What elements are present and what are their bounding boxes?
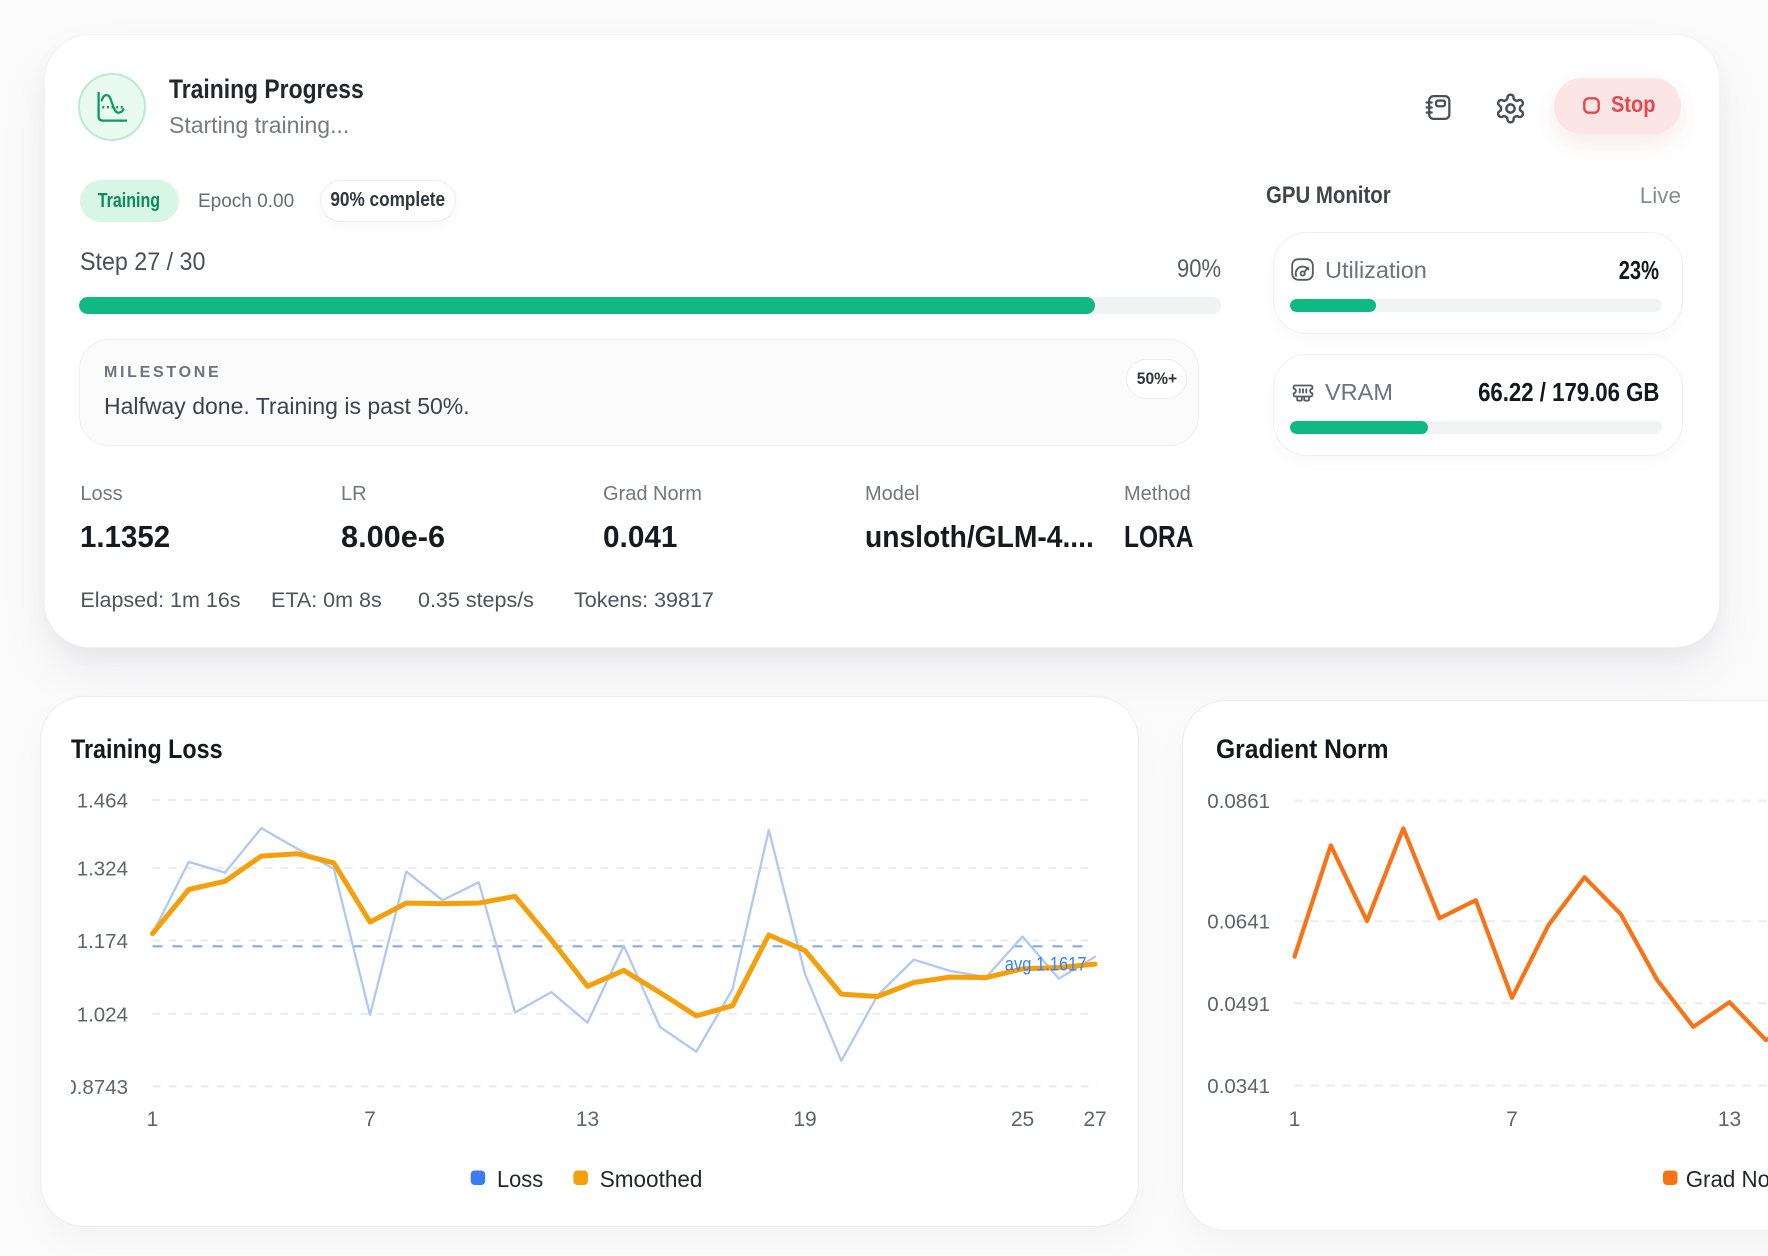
svg-text:19: 19 xyxy=(793,1108,816,1131)
svg-text:0.0641: 0.0641 xyxy=(1207,911,1270,934)
svg-text:13: 13 xyxy=(576,1108,599,1131)
svg-text:1.324: 1.324 xyxy=(77,858,128,881)
svg-text:1: 1 xyxy=(1289,1108,1301,1131)
svg-text:0.0861: 0.0861 xyxy=(1207,790,1270,813)
svg-text:7: 7 xyxy=(1506,1108,1518,1131)
svg-text:Grad Norm: Grad Norm xyxy=(1686,1165,1768,1192)
svg-text:avg 1.1617: avg 1.1617 xyxy=(1005,954,1087,975)
svg-text:13: 13 xyxy=(1718,1108,1741,1131)
svg-text:1.024: 1.024 xyxy=(77,1003,128,1026)
svg-text:0.0491: 0.0491 xyxy=(1207,993,1270,1016)
svg-text:0.8743: 0.8743 xyxy=(65,1076,128,1099)
svg-text:7: 7 xyxy=(364,1108,376,1131)
svg-text:1: 1 xyxy=(147,1108,159,1131)
svg-text:25: 25 xyxy=(1011,1108,1034,1131)
svg-text:1.174: 1.174 xyxy=(77,930,128,953)
svg-text:1.464: 1.464 xyxy=(77,790,128,813)
svg-text:Smoothed: Smoothed xyxy=(600,1166,703,1193)
svg-text:0.0341: 0.0341 xyxy=(1207,1075,1270,1098)
svg-text:27: 27 xyxy=(1083,1108,1106,1131)
svg-text:Loss: Loss xyxy=(497,1165,543,1192)
